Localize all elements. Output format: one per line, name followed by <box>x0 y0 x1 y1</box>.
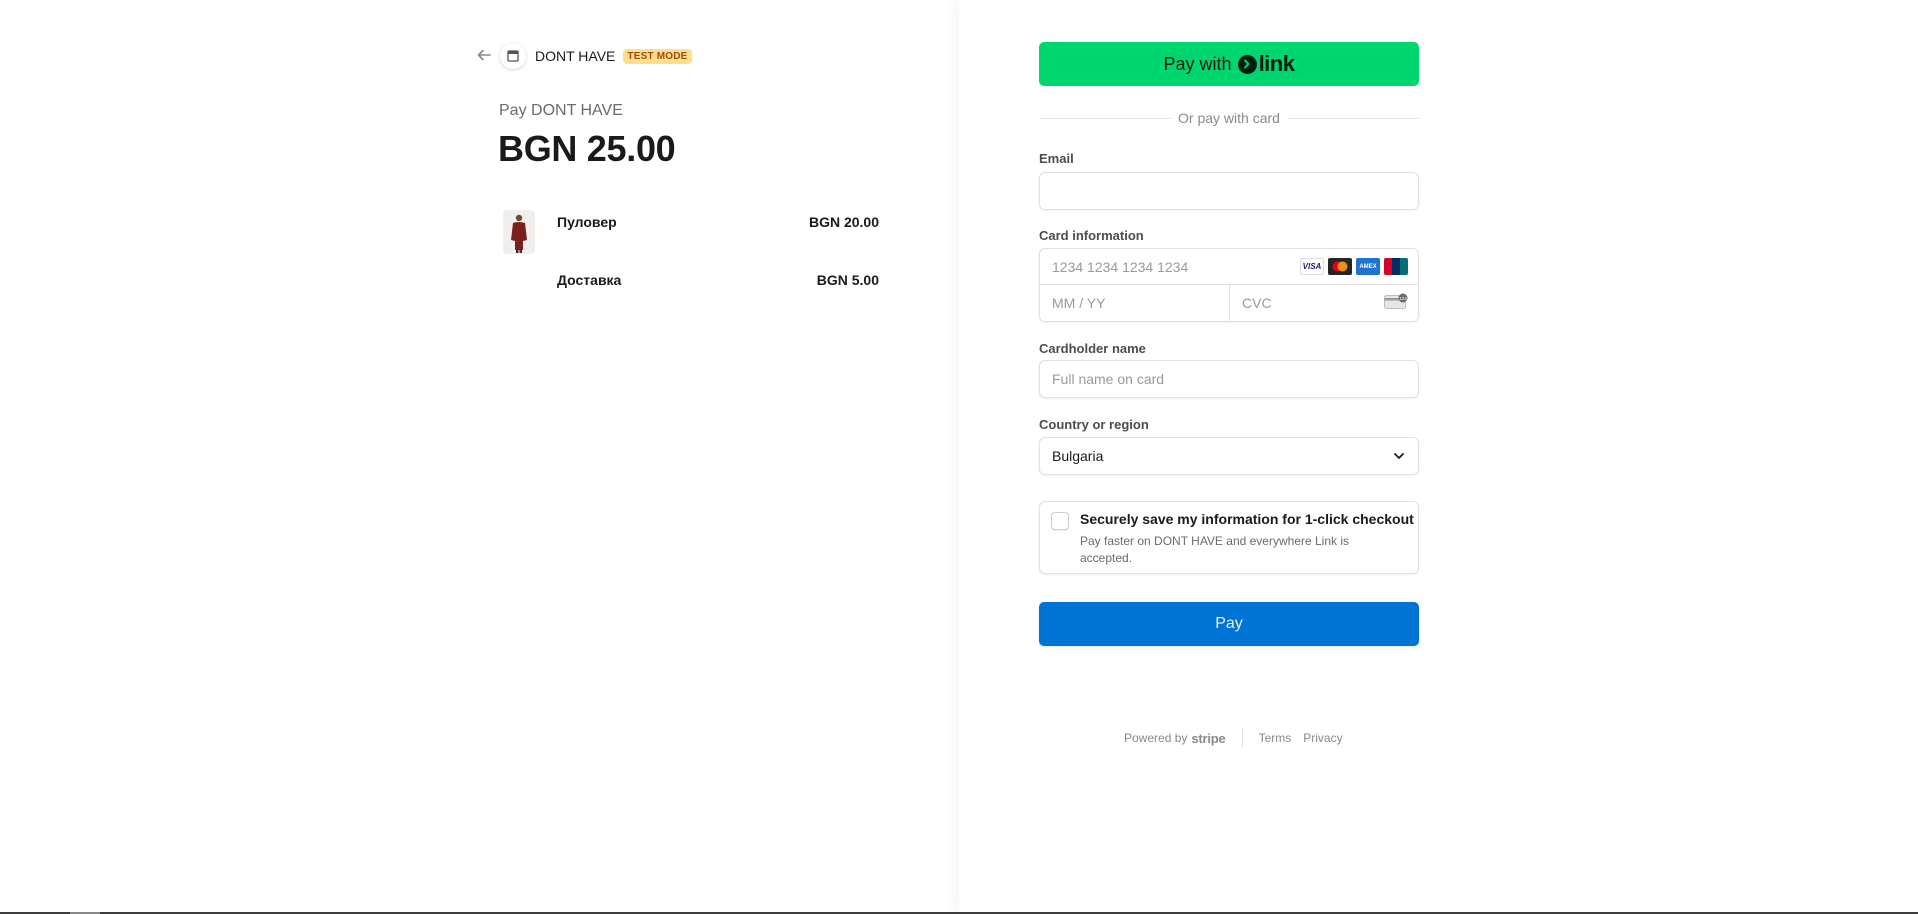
country-label: Country or region <box>1039 417 1149 432</box>
product-image <box>503 210 535 254</box>
line-item-price: BGN 5.00 <box>816 272 879 288</box>
line-item-name: Доставка <box>557 272 622 288</box>
save-info-title: Securely save my information for 1-click… <box>1080 511 1414 527</box>
terms-link[interactable]: Terms <box>1259 731 1292 745</box>
line-item: Пуловер BGN 20.00 <box>503 210 879 256</box>
pay-merchant-label: Pay DONT HAVE <box>499 102 623 119</box>
card-information-group: 1234 1234 1234 1234 VISA AMEX MM / YY CV… <box>1039 248 1419 322</box>
card-information-label: Card information <box>1039 228 1144 243</box>
cardholder-name-label: Cardholder name <box>1039 341 1146 356</box>
test-mode-badge: TEST MODE <box>623 48 692 64</box>
expiry-input[interactable]: MM / YY <box>1040 285 1230 322</box>
email-input[interactable] <box>1039 172 1419 210</box>
store-icon <box>500 43 526 69</box>
order-summary-pane: DONT HAVE TEST MODE Pay DONT HAVE BGN 25… <box>0 0 959 912</box>
unionpay-icon <box>1384 258 1408 275</box>
save-info-box: Securely save my information for 1-click… <box>1039 501 1419 574</box>
footer: Powered by stripe Terms Privacy <box>1124 728 1343 748</box>
line-item-price: BGN 20.00 <box>808 214 879 230</box>
mastercard-icon <box>1328 258 1352 275</box>
link-arrow-icon <box>1237 54 1257 74</box>
back-arrow-icon[interactable] <box>476 47 494 65</box>
cvc-card-icon: 123 <box>1384 293 1408 310</box>
powered-by-label: Powered by <box>1124 731 1188 745</box>
pay-button[interactable]: Pay <box>1039 602 1419 646</box>
expiry-placeholder: MM / YY <box>1052 295 1106 311</box>
cvc-input[interactable]: CVC 123 <box>1230 285 1418 322</box>
amex-icon: AMEX <box>1356 258 1380 275</box>
line-item: Доставка BGN 5.00 <box>503 268 879 314</box>
link-brand-text: link <box>1258 51 1295 76</box>
email-label: Email <box>1039 151 1074 166</box>
save-info-checkbox[interactable] <box>1051 512 1069 530</box>
cardholder-name-placeholder: Full name on card <box>1052 371 1165 387</box>
card-number-placeholder: 1234 1234 1234 1234 <box>1052 259 1189 275</box>
chevron-down-icon <box>1392 449 1406 463</box>
card-brands: VISA AMEX <box>1300 258 1408 275</box>
cardholder-name-input[interactable]: Full name on card <box>1039 360 1419 398</box>
card-number-input[interactable]: 1234 1234 1234 1234 VISA AMEX <box>1040 249 1418 285</box>
privacy-link[interactable]: Privacy <box>1303 731 1342 745</box>
country-value: Bulgaria <box>1052 448 1104 464</box>
cvc-placeholder: CVC <box>1242 295 1272 311</box>
country-select[interactable]: Bulgaria <box>1039 437 1419 475</box>
footer-separator <box>1241 728 1243 748</box>
line-item-name: Пуловер <box>557 214 617 230</box>
save-info-description: Pay faster on DONT HAVE and everywhere L… <box>1080 534 1350 565</box>
pay-with-label: Pay with <box>1163 53 1232 74</box>
store-name: DONT HAVE <box>535 48 616 64</box>
or-divider: Or pay with card <box>1039 110 1419 126</box>
visa-icon: VISA <box>1300 258 1324 275</box>
svg-text:123: 123 <box>1399 296 1407 301</box>
stripe-logo[interactable]: stripe <box>1191 731 1225 746</box>
pay-with-link-button[interactable]: Pay with link <box>1039 42 1419 86</box>
total-amount: BGN 25.00 <box>498 128 676 169</box>
header: DONT HAVE TEST MODE <box>476 43 692 69</box>
